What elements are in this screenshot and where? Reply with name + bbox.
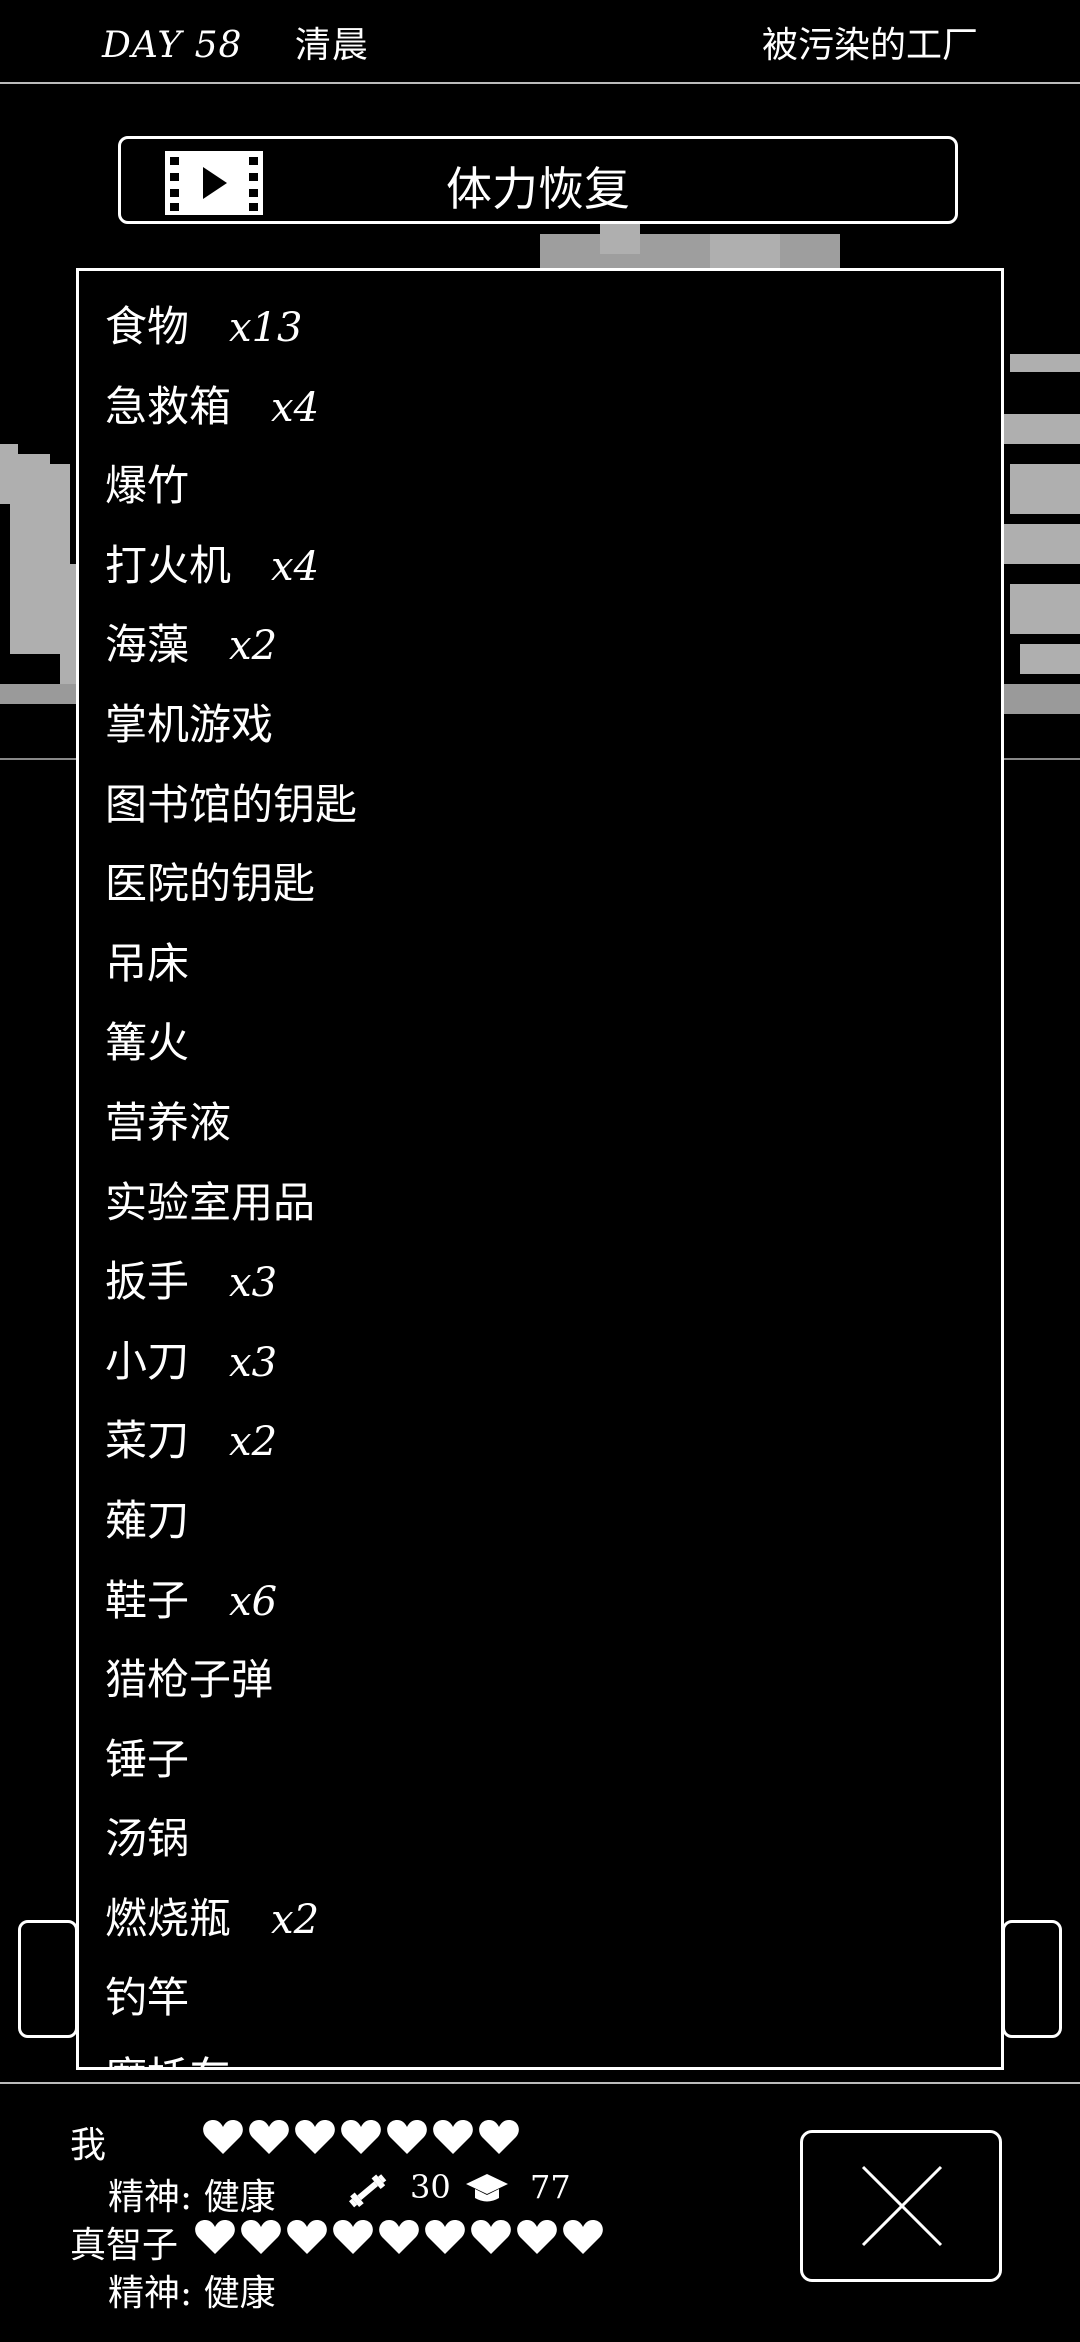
inventory-item[interactable]: 钓竿	[105, 1958, 357, 2038]
inventory-item[interactable]: 篝火	[105, 1003, 357, 1083]
companion-mind-value: 健康	[203, 2273, 276, 2314]
item-name: 钓竿	[105, 1973, 190, 2023]
day-time: DAY 58 清晨	[102, 16, 369, 68]
inventory-panel[interactable]: 食物 x13 急救箱 x4 爆竹打火机 x4 海藻 x2 掌机游戏图书馆的钥匙 医院的钥匙吊床篝火…	[76, 268, 1004, 2070]
heart-icon	[425, 2220, 465, 2254]
time-of-day: 清晨	[294, 25, 369, 66]
inventory-item[interactable]: 食物 x13	[105, 287, 357, 367]
inventory-item[interactable]: 掌机游戏	[105, 685, 357, 765]
player-health-hearts	[202, 2118, 520, 2156]
inventory-item[interactable]: 吊床	[105, 924, 357, 1004]
inventory-item[interactable]: 小刀 x3	[105, 1322, 357, 1402]
companion-mind-label: 精神:	[108, 2273, 193, 2314]
heart-icon	[295, 2120, 335, 2154]
dumbbell-icon	[348, 2174, 387, 2208]
heart-icon	[341, 2120, 381, 2154]
item-name: 燃烧瓶	[105, 1893, 232, 1943]
item-name: 医院的钥匙	[105, 859, 316, 909]
item-name: 菜刀	[105, 1416, 190, 1466]
heart-icon	[563, 2220, 603, 2254]
heart-icon	[471, 2220, 511, 2254]
inventory-item[interactable]: 爆竹	[105, 446, 357, 526]
item-name: 急救箱	[105, 381, 232, 431]
inventory-item[interactable]: 实验室用品	[105, 1163, 357, 1243]
heart-icon	[379, 2220, 419, 2254]
player-name: 我	[70, 2125, 107, 2166]
heart-icon	[333, 2220, 373, 2254]
player-mind: 精神: 健康	[108, 2168, 276, 2220]
player-mind-label: 精神:	[108, 2177, 193, 2218]
inventory-list[interactable]: 食物 x13 急救箱 x4 爆竹打火机 x4 海藻 x2 掌机游戏图书馆的钥匙 医院的钥匙吊床篝火…	[105, 287, 357, 2067]
item-name: 摩托车	[105, 2053, 231, 2067]
inventory-item[interactable]: 猎枪子弹	[105, 1640, 357, 1720]
inventory-item[interactable]: 摩托车	[105, 2038, 357, 2067]
item-quantity: x4	[271, 543, 320, 590]
inventory-item[interactable]: 打火机 x4	[105, 526, 357, 606]
inventory-item[interactable]: 扳手 x3	[105, 1242, 357, 1322]
item-name: 掌机游戏	[105, 699, 274, 749]
item-name: 扳手	[105, 1257, 190, 1307]
item-name: 吊床	[105, 938, 190, 988]
item-name: 营养液	[105, 1097, 232, 1147]
item-quantity: x3	[229, 1260, 278, 1307]
left-frame-decoration	[18, 1920, 78, 2038]
heart-icon	[249, 2120, 289, 2154]
inventory-item[interactable]: 汤锅	[105, 1799, 357, 1879]
strength-value: 30	[410, 2168, 451, 2206]
inventory-item[interactable]: 燃烧瓶 x2	[105, 1879, 357, 1959]
item-name: 薙刀	[105, 1495, 190, 1545]
intelligence-value: 77	[530, 2168, 571, 2206]
companion-health-hearts	[194, 2218, 604, 2256]
item-quantity: x2	[229, 1419, 278, 1466]
close-button[interactable]	[800, 2130, 1002, 2282]
inventory-item[interactable]: 图书馆的钥匙	[105, 765, 357, 845]
item-name: 海藻	[105, 620, 190, 670]
item-quantity: x13	[229, 305, 303, 351]
inventory-item[interactable]: 营养液	[105, 1083, 357, 1163]
item-name: 猎枪子弹	[105, 1655, 274, 1705]
item-name: 汤锅	[105, 1814, 190, 1864]
item-name: 爆竹	[105, 461, 190, 511]
item-quantity: x2	[271, 1896, 320, 1943]
item-quantity: x6	[229, 1578, 278, 1625]
companion-mind: 精神: 健康	[108, 2264, 276, 2316]
item-name: 篝火	[105, 1018, 190, 1068]
inventory-item[interactable]: 急救箱 x4	[105, 367, 357, 447]
item-name: 图书馆的钥匙	[105, 779, 358, 829]
stamina-recovery-label: 体力恢复	[446, 162, 630, 216]
top-header: DAY 58 清晨 被污染的工厂	[0, 0, 1080, 84]
item-name: 鞋子	[105, 1575, 190, 1625]
graduation-cap-icon	[466, 2174, 508, 2202]
inventory-item[interactable]: 锤子	[105, 1720, 357, 1800]
player-mind-value: 健康	[203, 2177, 276, 2218]
inventory-item[interactable]: 医院的钥匙	[105, 844, 357, 924]
inventory-item[interactable]: 薙刀	[105, 1481, 357, 1561]
heart-icon	[517, 2220, 557, 2254]
heart-icon	[203, 2120, 243, 2154]
item-name: 实验室用品	[105, 1177, 316, 1227]
item-name: 打火机	[105, 540, 232, 590]
heart-icon	[195, 2220, 235, 2254]
right-frame-decoration	[1002, 1920, 1062, 2038]
item-name: 锤子	[105, 1734, 190, 1784]
stamina-recovery-button[interactable]: 体力恢复	[118, 136, 958, 224]
item-quantity: x3	[229, 1339, 278, 1386]
item-quantity: x2	[229, 623, 278, 670]
heart-icon	[241, 2220, 281, 2254]
heart-icon	[287, 2220, 327, 2254]
heart-icon	[387, 2120, 427, 2154]
item-quantity: x4	[271, 384, 320, 431]
inventory-item[interactable]: 鞋子 x6	[105, 1561, 357, 1641]
close-icon	[861, 2165, 943, 2247]
companion-name: 真智子	[70, 2225, 179, 2266]
location-name: 被污染的工厂	[761, 25, 978, 66]
heart-icon	[433, 2120, 473, 2154]
inventory-item[interactable]: 海藻 x2	[105, 605, 357, 685]
heart-icon	[479, 2120, 519, 2154]
day-counter: DAY 58	[102, 25, 243, 66]
inventory-item[interactable]: 菜刀 x2	[105, 1401, 357, 1481]
item-name: 小刀	[105, 1336, 190, 1386]
item-name: 食物	[105, 302, 190, 351]
